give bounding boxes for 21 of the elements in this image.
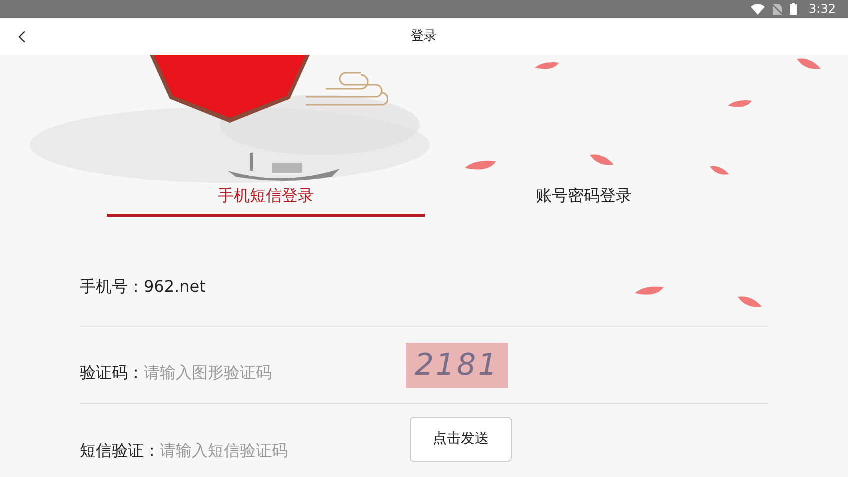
petal-drawing	[738, 295, 762, 309]
wifi-icon	[751, 4, 766, 14]
status-time: 3:32	[809, 1, 836, 18]
login-tab[interactable]: 账号密码登录	[425, 178, 743, 217]
petal-drawing	[590, 153, 614, 167]
petal-drawing	[797, 57, 821, 71]
phone-input-field[interactable]: 962.net	[144, 274, 444, 298]
phone-label: 手机号：	[80, 276, 144, 298]
captcha-label: 验证码：	[80, 362, 144, 384]
petal-drawing	[710, 165, 730, 176]
send-code-button[interactable]: 点击发送	[410, 416, 512, 462]
no-sim-icon	[773, 4, 782, 14]
captcha-input-field[interactable]: 请输入图形验证码	[144, 361, 404, 385]
petal-drawing	[728, 99, 752, 110]
captcha-text: 2181	[414, 346, 500, 384]
battery-icon	[790, 3, 798, 15]
sms-label: 短信验证：	[80, 440, 160, 462]
petal-drawing	[535, 61, 559, 72]
page-title: 登录	[411, 28, 437, 46]
sms-input-field[interactable]: 请输入短信验证码	[160, 439, 400, 463]
login-tab[interactable]: 手机短信登录	[107, 178, 425, 217]
